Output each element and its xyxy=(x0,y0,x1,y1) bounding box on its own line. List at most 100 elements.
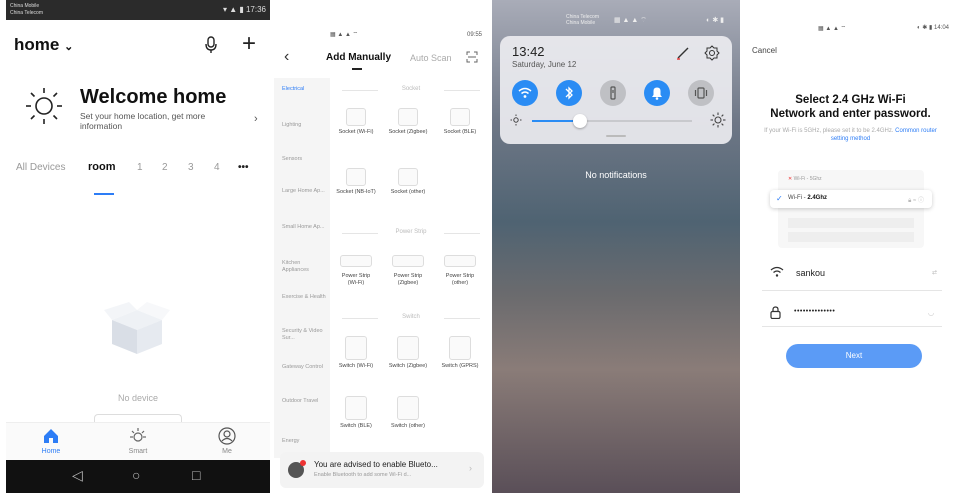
section-header-switch: Switch xyxy=(338,314,484,320)
socket-icon xyxy=(346,108,366,126)
status-time: 09:55 xyxy=(466,32,482,38)
bottom-nav: Home Smart Me xyxy=(6,422,270,460)
device-label: Power Strip (other) xyxy=(445,273,475,286)
tab-all-devices[interactable]: All Devices xyxy=(16,162,65,173)
device-strip-wifi[interactable]: Power Strip (Wi-Fi) xyxy=(336,252,376,286)
bluetooth-toggle[interactable] xyxy=(556,80,582,106)
hint-text: If your Wi-Fi is 5GHz, please set it to … xyxy=(764,128,894,134)
tab-3[interactable]: 3 xyxy=(188,162,194,173)
bluetooth-banner[interactable]: You are advised to enable Blueto... Enab… xyxy=(280,452,484,488)
scan-icon[interactable] xyxy=(466,51,478,63)
home-circle-icon[interactable]: ○ xyxy=(132,467,140,483)
page-title: Select 2.4 GHz Wi-Fi Network and enter pa… xyxy=(748,93,953,121)
wifi-toggle[interactable] xyxy=(512,80,538,106)
device-label: Socket (other) xyxy=(390,189,426,195)
microphone-icon[interactable] xyxy=(204,36,218,54)
phone-control-center: China Telecom China Mobile ▦ ▲ ▲ ⌔ ◐ ✱ ▮ … xyxy=(492,0,740,493)
phone-add-device-screen: ▦ ▲ ▲ ⌔ 09:55 ‹ Add Manually Auto Scan E… xyxy=(274,0,488,493)
category-item[interactable]: Kitchen Appliances xyxy=(282,260,328,274)
device-switch-wifi[interactable]: Switch (Wi-Fi) xyxy=(336,336,376,370)
tab-room[interactable]: room xyxy=(88,161,116,173)
nav-home[interactable]: Home xyxy=(26,427,76,455)
tab-1[interactable]: 1 xyxy=(137,162,143,173)
socket-icon xyxy=(398,108,418,126)
next-button[interactable]: Next xyxy=(786,344,922,368)
device-socket-wifi[interactable]: Socket (Wi-Fi) xyxy=(336,108,376,136)
wifi-band: 2.4Ghz xyxy=(807,195,828,201)
tab-auto-scan[interactable]: Auto Scan xyxy=(410,53,452,63)
notification-toggle[interactable] xyxy=(644,80,670,106)
category-item[interactable]: Electrical xyxy=(282,86,328,93)
phone-home-screen: China Mobile China Telecom ▾ ▲ ▮ 17:36 ho… xyxy=(6,0,270,493)
chevron-right-icon[interactable]: › xyxy=(254,113,258,125)
category-item[interactable]: Outdoor Travel xyxy=(282,398,328,405)
home-selector[interactable]: home ⌄ xyxy=(14,35,73,55)
category-item[interactable]: Energy xyxy=(282,438,328,445)
recents-icon[interactable]: □ xyxy=(192,467,200,483)
vibrate-toggle[interactable] xyxy=(688,80,714,106)
device-socket-nbiot[interactable]: Socket (NB-IoT) xyxy=(336,168,376,196)
brightness-slider[interactable] xyxy=(532,114,692,128)
nav-label: Me xyxy=(222,448,232,455)
category-item[interactable]: Lighting xyxy=(282,122,328,129)
tab-2[interactable]: 2 xyxy=(162,162,168,173)
lock-icon xyxy=(770,306,781,319)
switch-icon xyxy=(397,396,419,420)
wifi-icon xyxy=(770,266,784,277)
device-label: Socket (Wi-Fi) xyxy=(338,129,374,135)
category-item[interactable]: Gateway Control xyxy=(282,364,328,371)
device-label: Socket (Zigbee) xyxy=(388,129,428,135)
nav-label: Home xyxy=(41,448,61,455)
device-socket-ble[interactable]: Socket (BLE) xyxy=(440,108,480,136)
password-field[interactable]: •••••••••••••• xyxy=(794,308,835,315)
wifi-5g-label: Wi-Fi - 5Ghz xyxy=(793,176,822,182)
nav-smart[interactable]: Smart xyxy=(113,427,163,455)
switch-icon xyxy=(345,396,367,420)
add-button[interactable]: + xyxy=(242,30,256,58)
more-tabs-button[interactable]: ••• xyxy=(238,162,249,173)
chevron-down-icon: ⌄ xyxy=(64,41,74,53)
category-item[interactable]: Security & Video Sur... xyxy=(282,328,328,342)
device-socket-zigbee[interactable]: Socket (Zigbee) xyxy=(388,108,428,136)
category-item[interactable]: Sensors xyxy=(282,156,328,163)
category-item[interactable]: Small Home Ap... xyxy=(282,224,328,231)
brightness-knob[interactable] xyxy=(573,114,587,128)
device-strip-zigbee[interactable]: Power Strip (Zigbee) xyxy=(388,252,428,286)
welcome-subtitle[interactable]: Set your home location, get more informa… xyxy=(80,111,230,131)
socket-icon xyxy=(450,108,470,126)
device-socket-other[interactable]: Socket (other) xyxy=(388,168,428,196)
wifi-5g-row: ✕ Wi-Fi - 5Ghz xyxy=(788,176,914,186)
device-switch-gprs[interactable]: Switch (GPRS) xyxy=(440,336,480,370)
status-bar: ▦ ▲ ▲ ⌔ ◐ ✱ ▮ 14:04 xyxy=(818,25,949,32)
socket-icon xyxy=(346,168,366,186)
device-switch-other[interactable]: Switch (other) xyxy=(388,396,428,430)
quick-settings-panel: 13:42 Saturday, June 12 xyxy=(500,36,732,144)
device-strip-other[interactable]: Power Strip (other) xyxy=(440,252,480,286)
banner-subtitle: Enable Bluetooth to add some Wi-Fi d... xyxy=(314,472,412,478)
switch-network-icon[interactable]: ⇄ xyxy=(932,269,937,276)
edit-icon[interactable] xyxy=(676,46,690,60)
cancel-button[interactable]: Cancel xyxy=(752,46,777,55)
category-item[interactable]: Exercise & Health xyxy=(282,294,328,301)
flashlight-toggle[interactable] xyxy=(600,80,626,106)
android-nav-bar: ◁ ○ □ xyxy=(6,460,270,493)
tab-4[interactable]: 4 xyxy=(214,162,220,173)
device-label: Socket (NB-IoT) xyxy=(336,189,376,195)
back-button[interactable]: ‹ xyxy=(284,48,289,66)
device-label: Switch (GPRS) xyxy=(441,363,479,369)
status-bar: ▦ ▲ ▲ ⌔ 09:55 xyxy=(330,32,482,38)
device-switch-ble[interactable]: Switch (BLE) xyxy=(336,396,376,430)
device-switch-zigbee[interactable]: Switch (Zigbee) xyxy=(388,336,428,370)
nav-me[interactable]: Me xyxy=(202,427,252,455)
drag-handle[interactable] xyxy=(606,135,626,137)
back-icon[interactable]: ◁ xyxy=(72,467,83,484)
gear-icon[interactable] xyxy=(704,45,720,61)
eye-icon[interactable]: ◡ xyxy=(928,309,934,317)
tab-add-manually[interactable]: Add Manually xyxy=(326,52,391,63)
category-item[interactable]: Large Home Ap... xyxy=(282,188,328,195)
ssid-field[interactable]: sankou xyxy=(796,268,825,278)
wifi-prefix: Wi-Fi - xyxy=(788,195,808,201)
vibrate-icon xyxy=(694,87,708,99)
switch-icon xyxy=(449,336,471,360)
wifi-icon xyxy=(518,87,532,98)
